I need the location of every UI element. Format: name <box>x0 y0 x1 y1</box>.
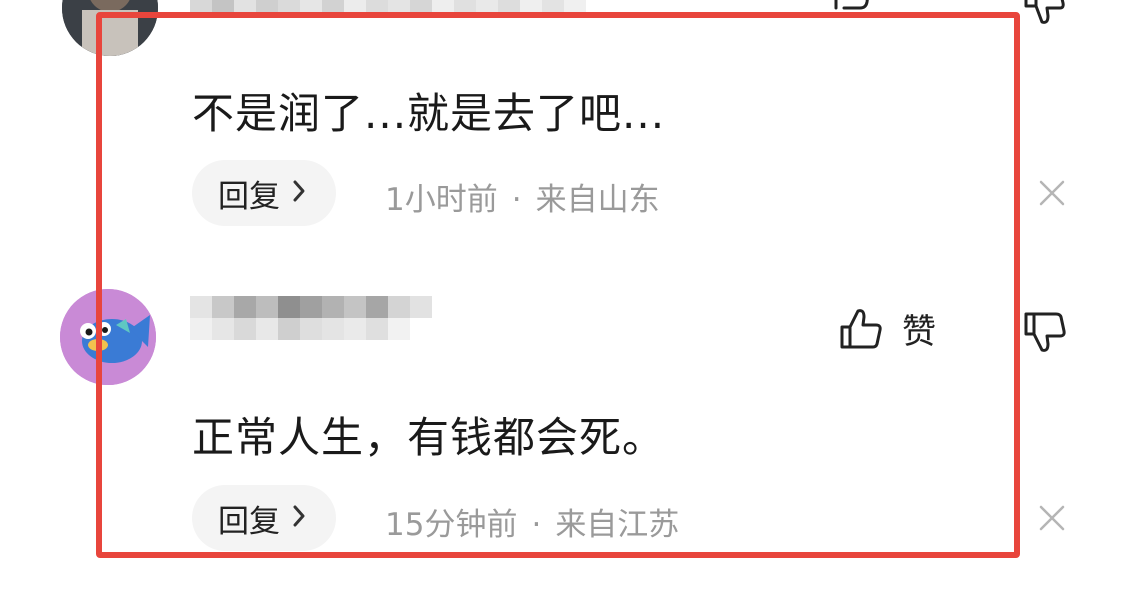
comment-text: 正常人生，有钱都会死。 <box>192 413 666 462</box>
comment-text: 不是润了...就是去了吧... <box>192 89 666 138</box>
reply-button[interactable]: 回复 <box>192 485 336 551</box>
reply-label: 回复 <box>218 178 280 215</box>
username-blurred <box>190 0 586 16</box>
like-button[interactable]: 赞 <box>838 304 936 353</box>
reply-button[interactable]: 回复 <box>192 160 336 226</box>
comment-location: 来自山东 <box>535 182 660 218</box>
comment-meta: 1小时前 · 来自山东 <box>385 174 660 219</box>
thumbs-down-icon[interactable] <box>1020 0 1068 28</box>
username-blurred <box>190 296 432 318</box>
comment-time: 1小时前 <box>385 182 498 218</box>
thumbs-up-icon[interactable] <box>832 0 872 14</box>
comment-meta: 15分钟前 · 来自江苏 <box>385 499 679 544</box>
meta-separator: · <box>511 182 522 218</box>
comment-location: 来自江苏 <box>555 507 680 543</box>
close-icon[interactable] <box>1037 178 1067 208</box>
chevron-right-icon <box>292 177 306 210</box>
username-blurred-lower <box>190 318 410 340</box>
thumbs-up-icon <box>840 308 882 348</box>
comment-time: 15分钟前 <box>385 507 518 543</box>
avatar[interactable] <box>60 289 156 385</box>
avatar[interactable] <box>62 0 158 56</box>
reply-label: 回复 <box>218 503 280 540</box>
comment-section: 不是润了...就是去了吧... 回复 1小时前 · 来自山东 赞 正常人生，有钱… <box>0 0 1133 593</box>
thumbs-down-icon[interactable] <box>1020 310 1068 354</box>
close-icon[interactable] <box>1037 503 1067 533</box>
like-label: 赞 <box>902 312 936 352</box>
meta-separator: · <box>531 507 542 543</box>
chevron-right-icon <box>292 502 306 535</box>
